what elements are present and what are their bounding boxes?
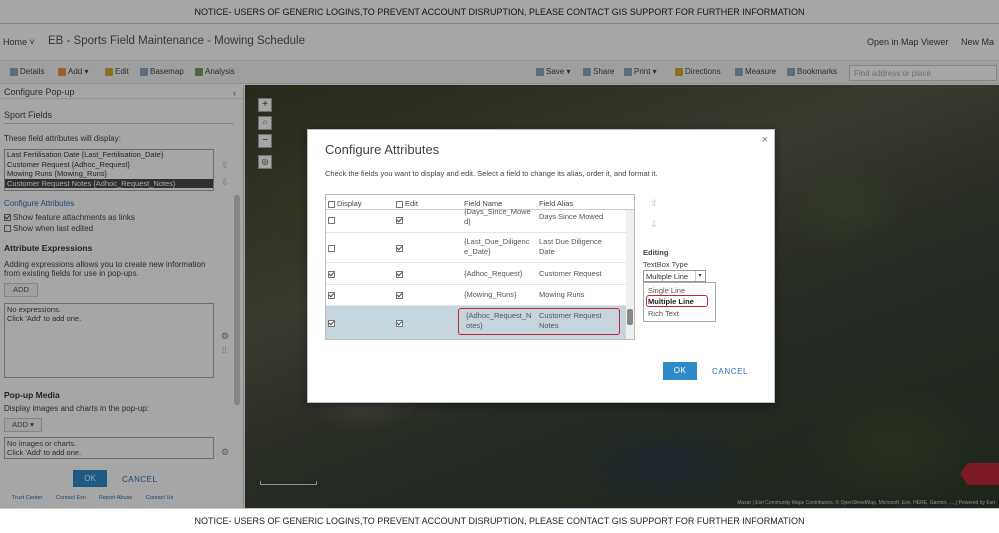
move-up-icon[interactable]: ⇧ — [650, 198, 658, 209]
table-scrollbar[interactable] — [626, 210, 634, 339]
move-down-icon[interactable]: ⇩ — [650, 219, 658, 230]
table-row[interactable]: {Mowing_Runs} Mowing Runs — [326, 285, 627, 306]
edit-all-checkbox[interactable] — [396, 200, 403, 208]
edit-checkbox[interactable] — [396, 215, 405, 225]
dialog-ok-button[interactable]: OK — [663, 362, 697, 380]
configure-attributes-dialog: Configure Attributes × Check the fields … — [307, 129, 775, 403]
table-row[interactable]: {Last_Due_Diligenc e_Date} Last Due Dili… — [326, 233, 627, 263]
field-alias: Days Since Mowed — [539, 212, 604, 221]
display-all-checkbox[interactable] — [328, 200, 335, 208]
textbox-type-label: TextBox Type — [643, 260, 688, 269]
edit-checkbox[interactable] — [396, 318, 405, 328]
display-checkbox[interactable] — [328, 243, 337, 253]
edit-checkbox[interactable] — [396, 243, 405, 253]
editing-section-title: Editing — [643, 248, 669, 257]
notice-banner-bottom: NOTICE- USERS OF GENERIC LOGINS,TO PREVE… — [0, 508, 999, 532]
field-name: {Days_Since_Mowe — [464, 207, 531, 216]
textbox-type-options: Single Line Multiple Line Rich Text — [643, 282, 716, 322]
display-column-header[interactable]: Display — [328, 199, 362, 208]
textbox-type-select[interactable]: Multiple Line ▾ — [643, 270, 706, 282]
field-name: {Mowing_Runs} — [464, 290, 517, 299]
table-row[interactable]: {Days_Since_Mowe d} Days Since Mowed — [326, 207, 627, 233]
field-name-wrap: d} — [464, 217, 471, 226]
scroll-thumb[interactable] — [627, 309, 633, 325]
field-alias-wrap: Date — [539, 247, 555, 256]
highlight-annotation — [458, 308, 620, 335]
edit-column-header[interactable]: Edit — [396, 199, 418, 208]
field-name: {Adhoc_Request} — [464, 269, 523, 278]
dialog-description: Check the fields you want to display and… — [325, 169, 658, 178]
dialog-cancel-button[interactable]: CANCEL — [712, 367, 748, 376]
display-checkbox[interactable] — [328, 318, 337, 328]
field-alias: Last Due Diligence — [539, 237, 602, 246]
select-value: Multiple Line — [646, 272, 689, 281]
option-single-line[interactable]: Single Line — [648, 286, 685, 295]
field-name-wrap: e_Date} — [464, 247, 491, 256]
chevron-down-icon[interactable]: ▾ — [695, 271, 704, 281]
display-checkbox[interactable] — [328, 269, 337, 279]
highlight-annotation — [646, 295, 708, 307]
edit-header-label: Edit — [405, 199, 418, 208]
dialog-title: Configure Attributes — [325, 142, 440, 157]
display-checkbox[interactable] — [328, 290, 337, 300]
display-header-label: Display — [337, 199, 362, 208]
edit-checkbox[interactable] — [396, 290, 405, 300]
field-alias: Customer Request — [539, 269, 602, 278]
table-row[interactable]: {Adhoc_Request} Customer Request — [326, 263, 627, 285]
field-alias-header: Field Alias — [539, 199, 574, 208]
field-name: {Last_Due_Diligenc — [464, 237, 530, 246]
close-icon[interactable]: × — [762, 134, 768, 146]
option-rich-text[interactable]: Rich Text — [648, 309, 679, 318]
attributes-table: Display Edit Field Name Field Alias {Day… — [325, 194, 635, 340]
display-checkbox[interactable] — [328, 215, 337, 225]
table-row-selected[interactable]: {Adhoc_Request_N otes} Customer Request … — [326, 306, 627, 339]
field-alias: Mowing Runs — [539, 290, 585, 299]
edit-checkbox[interactable] — [396, 269, 405, 279]
